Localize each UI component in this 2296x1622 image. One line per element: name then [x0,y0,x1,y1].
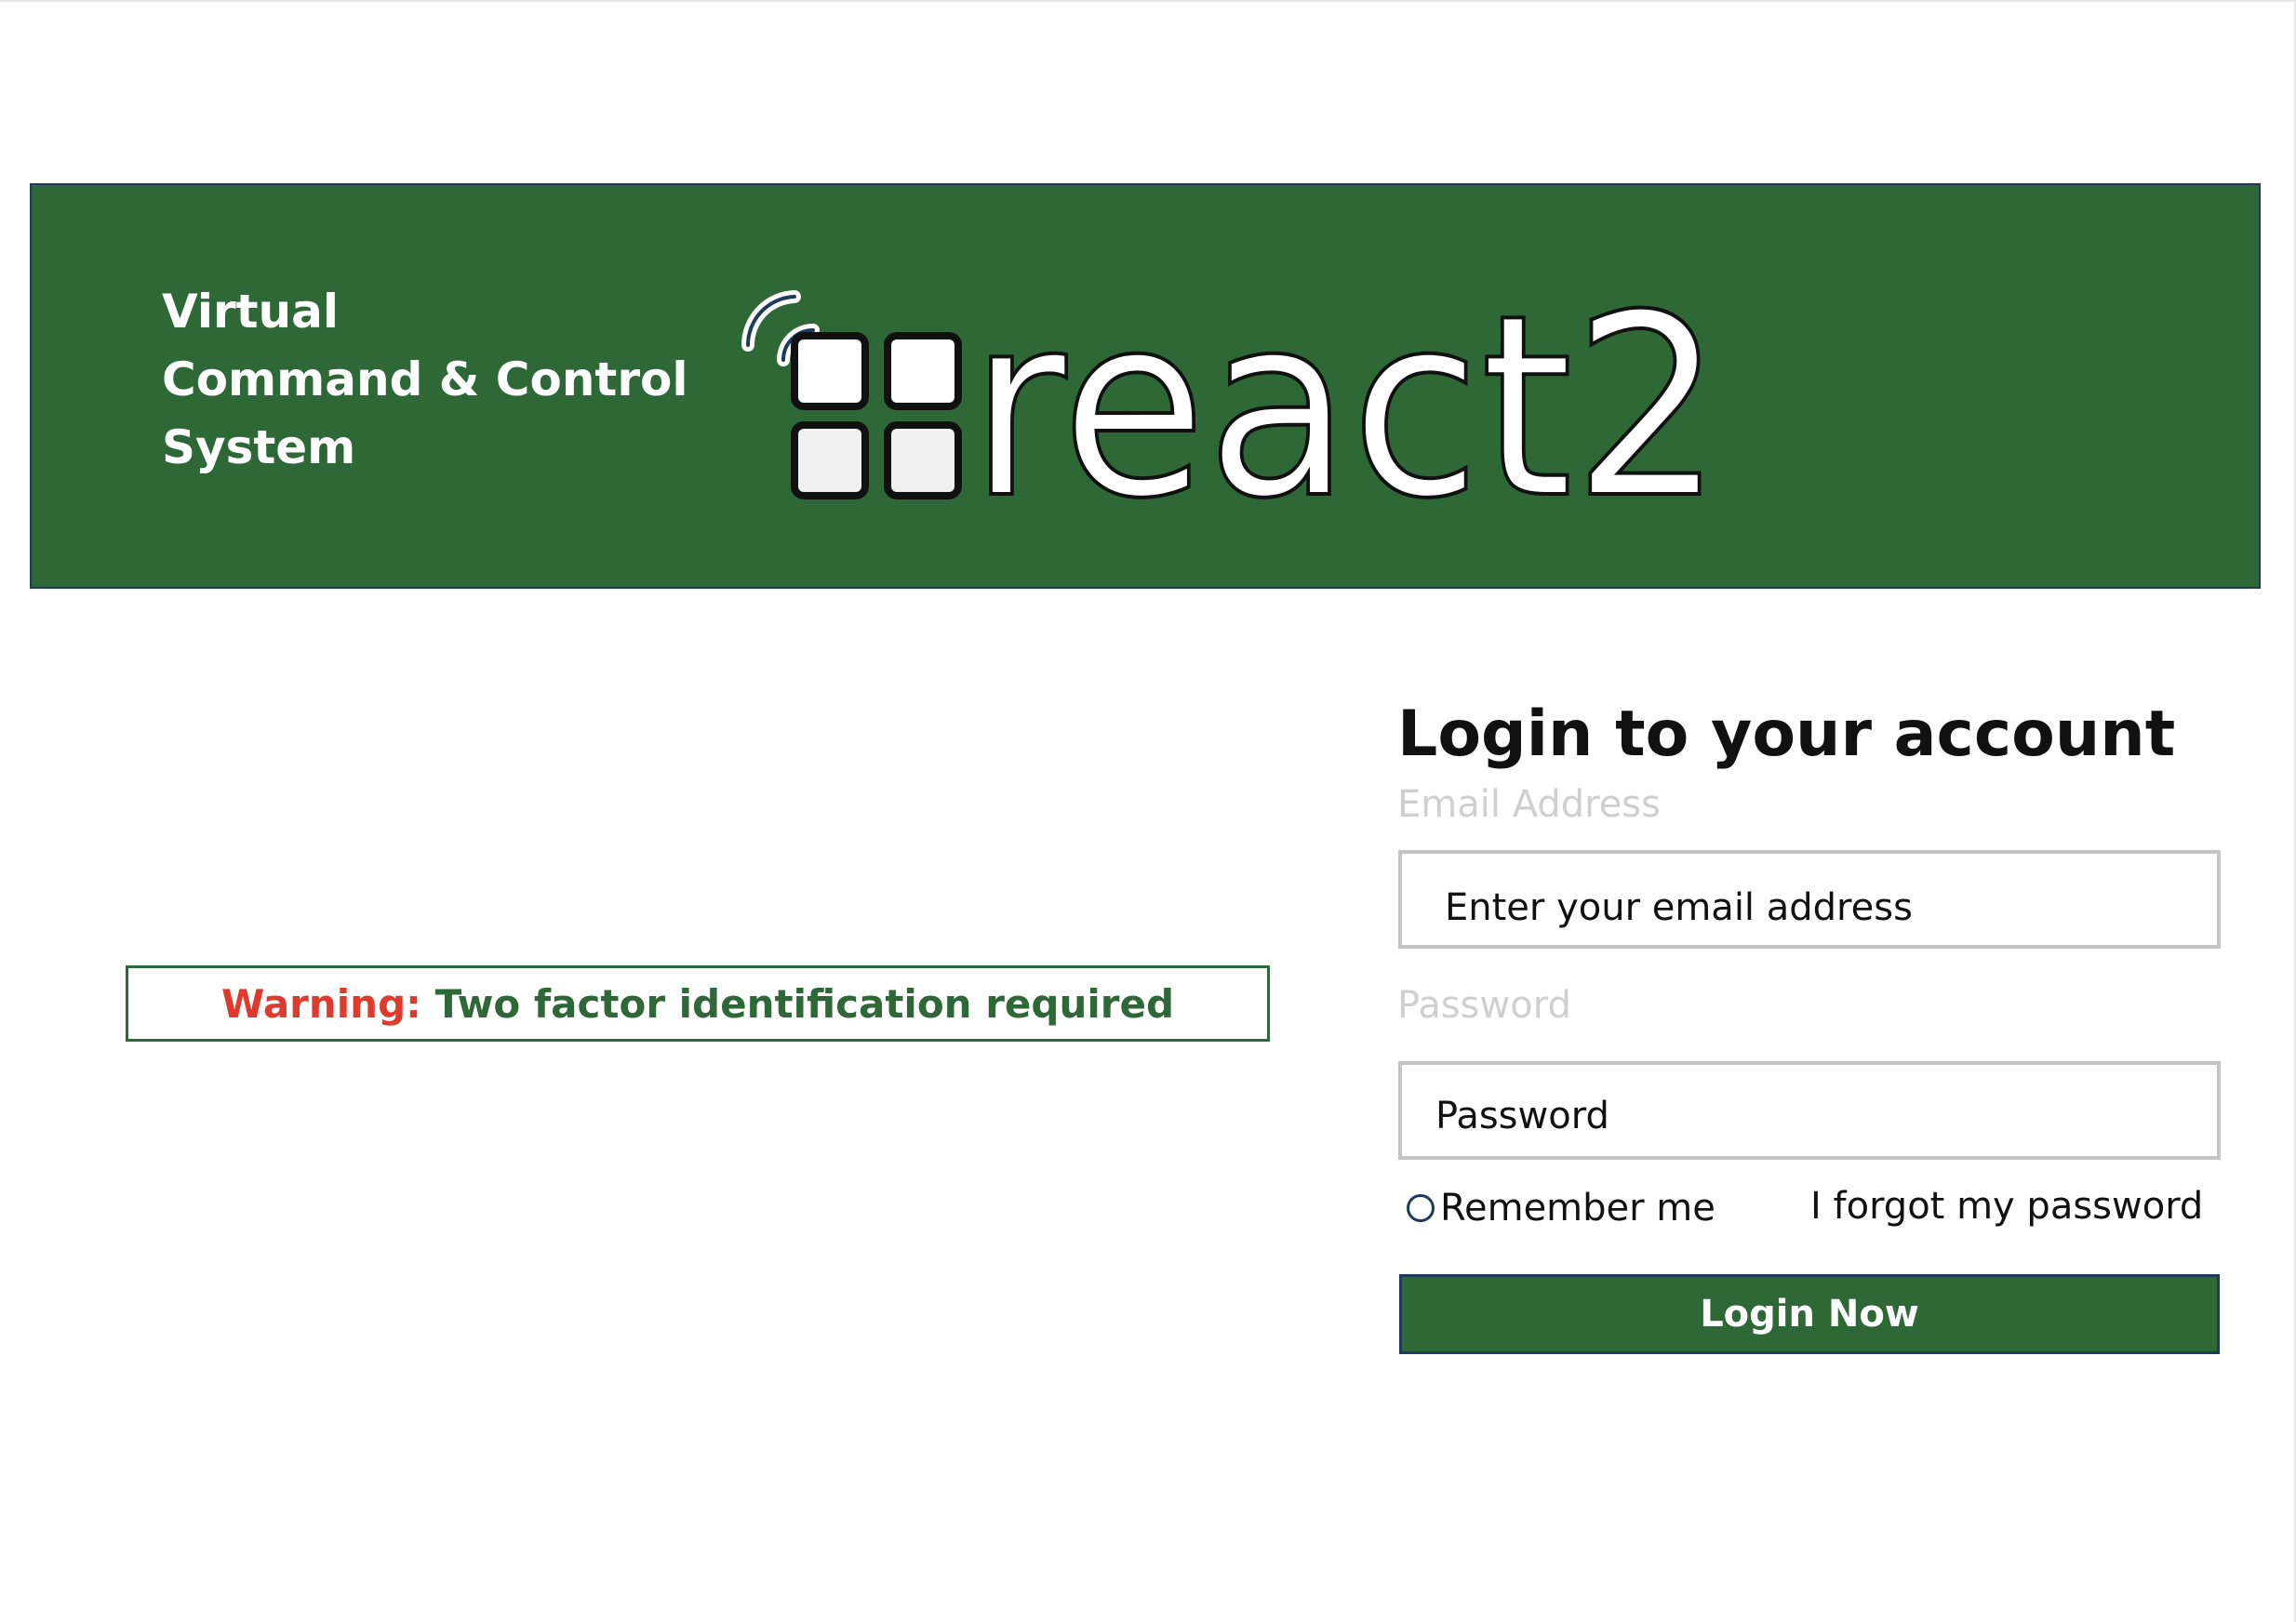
forgot-password-link[interactable]: I forgot my password [1810,1185,2203,1228]
tagline-line-2: Command & Control [162,352,688,406]
system-tagline: Virtual Command & Control System [162,278,687,482]
login-button[interactable]: Login Now [1399,1274,2220,1354]
remember-me-option[interactable]: Remember me [1407,1187,1715,1230]
tagline-line-3: System [162,420,356,474]
login-title: Login to your account [1397,698,2176,771]
email-label: Email Address [1397,783,1661,826]
warning-message: Two factor identification required [434,980,1175,1027]
two-factor-warning: Warning: Two factor identification requi… [126,965,1270,1042]
react2-logo: react2 [741,269,1725,548]
remember-me-radio[interactable] [1407,1194,1435,1222]
email-input[interactable] [1398,850,2221,949]
remember-me-label: Remember me [1440,1187,1715,1230]
password-input[interactable] [1398,1061,2221,1160]
signal-grid-icon [741,290,962,499]
header-banner: Virtual Command & Control System react2 [30,183,2261,589]
tagline-line-1: Virtual [162,285,339,339]
password-label: Password [1397,984,1571,1027]
warning-label: Warning: [220,980,421,1027]
page-top-edge [0,0,2296,2]
logo-wordmark: react2 [969,269,1723,548]
